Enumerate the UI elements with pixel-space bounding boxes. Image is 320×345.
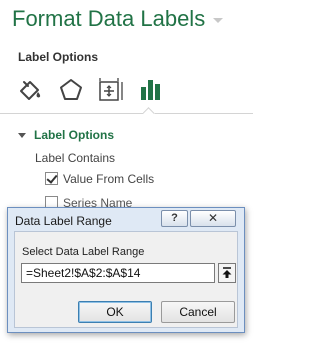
label-options-group-header[interactable]: Label Options	[18, 128, 114, 142]
dialog-title: Data Label Range	[15, 214, 112, 228]
collapse-caret-icon	[18, 133, 26, 138]
value-from-cells-checkbox[interactable]	[45, 172, 58, 185]
dialog-body: Select Data Label Range OK Cancel	[14, 231, 238, 328]
tab-divider	[155, 113, 253, 114]
fill-line-icon	[20, 81, 41, 100]
section-label[interactable]: Label Options	[18, 50, 98, 64]
pane-options-dropdown[interactable]	[213, 18, 223, 23]
collapse-dialog-button[interactable]	[218, 263, 236, 283]
cancel-button[interactable]: Cancel	[161, 301, 235, 323]
tab-divider	[0, 113, 143, 114]
label-options-icon	[141, 80, 160, 100]
collapse-arrow-icon	[222, 267, 232, 278]
help-button[interactable]: ?	[161, 210, 188, 227]
pane-title: Format Data Labels	[12, 6, 206, 31]
value-from-cells-option[interactable]: Value From Cells	[45, 172, 154, 186]
group-header-label: Label Options	[34, 128, 115, 142]
effects-icon	[60, 79, 82, 100]
size-properties-icon	[99, 78, 123, 101]
selected-tab-indicator	[143, 107, 155, 114]
label-contains-heading: Label Contains	[35, 151, 116, 165]
data-label-range-dialog: Data Label Range ? ✕ Select Data Label R…	[7, 207, 245, 333]
range-prompt: Select Data Label Range	[22, 246, 145, 258]
fill-line-tab[interactable]	[16, 76, 44, 104]
size-properties-tab[interactable]	[96, 76, 124, 104]
range-input[interactable]	[21, 263, 215, 283]
label-options-tab[interactable]	[136, 76, 164, 104]
ok-button[interactable]: OK	[78, 301, 152, 323]
value-from-cells-label: Value From Cells	[63, 172, 155, 186]
close-button[interactable]: ✕	[190, 210, 236, 227]
effects-tab[interactable]	[57, 76, 85, 104]
